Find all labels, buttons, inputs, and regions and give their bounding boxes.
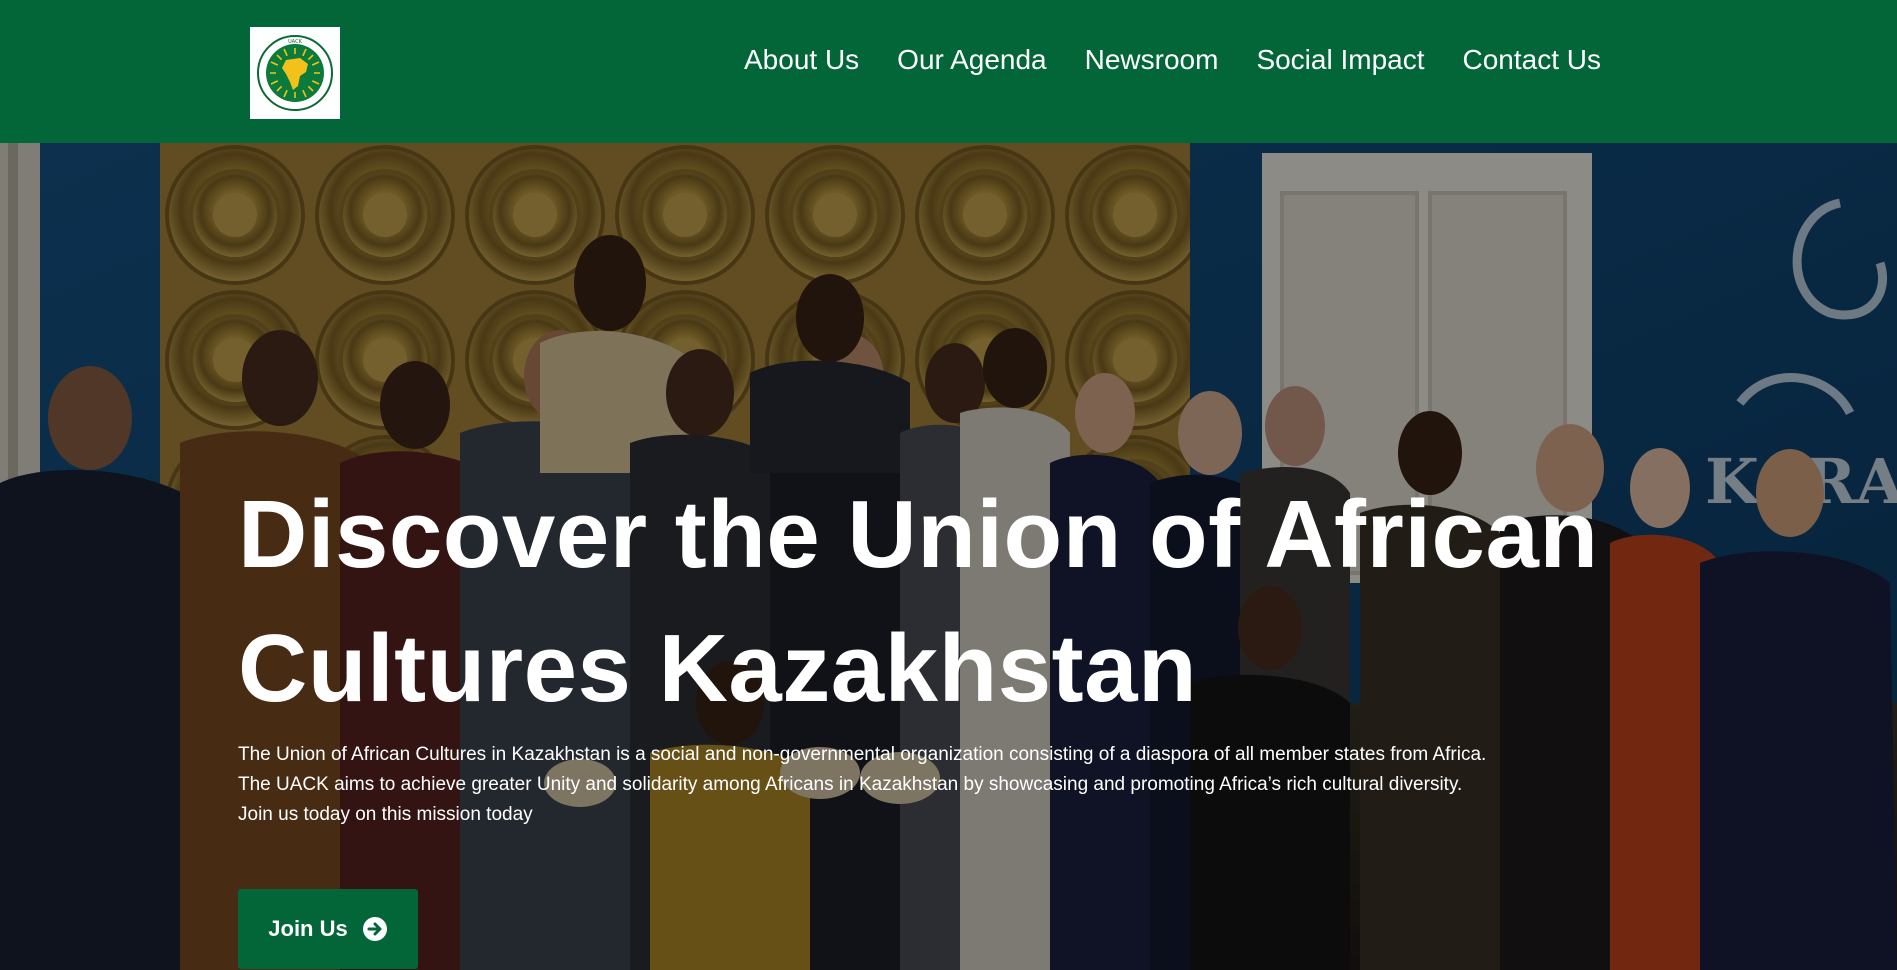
hero-section: KARA <box>0 143 1897 970</box>
main-navigation: About Us Our Agenda Newsroom Social Impa… <box>744 40 1601 80</box>
nav-social-impact[interactable]: Social Impact <box>1256 44 1424 76</box>
join-us-label: Join Us <box>268 916 348 941</box>
hero-description-line-3: Join us today on this mission today <box>238 804 533 825</box>
hero-title-line-1: Discover the Union of African <box>238 481 1599 588</box>
hero-title: Discover the Union of African Cultures K… <box>238 468 1618 736</box>
hero-description-line-2: The UACK aims to achieve greater Unity a… <box>238 774 1463 795</box>
svg-text:UACK: UACK <box>288 39 302 45</box>
hero-description-line-1: The Union of African Cultures in Kazakhs… <box>238 744 1487 765</box>
nav-our-agenda[interactable]: Our Agenda <box>897 44 1046 76</box>
site-header: UACK About Us Our Agenda Newsroom Social… <box>0 0 1897 143</box>
nav-contact-us[interactable]: Contact Us <box>1463 44 1602 76</box>
hero-description: The Union of African Cultures in Kazakhs… <box>238 740 1638 830</box>
nav-newsroom[interactable]: Newsroom <box>1085 44 1219 76</box>
arrow-circle-right-icon <box>362 916 388 942</box>
join-us-button[interactable]: Join Us <box>238 889 418 969</box>
site-logo[interactable]: UACK <box>250 27 340 119</box>
union-emblem-icon: UACK <box>257 35 333 111</box>
hero-title-line-2: Cultures Kazakhstan <box>238 615 1198 722</box>
nav-about-us[interactable]: About Us <box>744 44 859 76</box>
